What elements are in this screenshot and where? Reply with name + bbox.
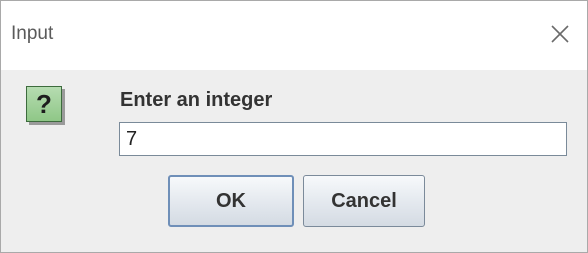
- title-bar[interactable]: Input: [1, 1, 587, 70]
- close-icon[interactable]: [547, 21, 573, 47]
- cancel-button[interactable]: Cancel: [303, 175, 425, 227]
- question-glyph: ?: [36, 89, 52, 119]
- dialog-content: [1, 70, 587, 252]
- ok-button[interactable]: OK: [168, 175, 294, 227]
- dialog-title: Input: [11, 23, 54, 44]
- question-icon: ?: [26, 86, 62, 122]
- prompt-label: Enter an integer: [120, 89, 273, 111]
- input-dialog: Input ? Enter an integer OK Cancel: [0, 0, 588, 253]
- integer-input[interactable]: [119, 122, 567, 156]
